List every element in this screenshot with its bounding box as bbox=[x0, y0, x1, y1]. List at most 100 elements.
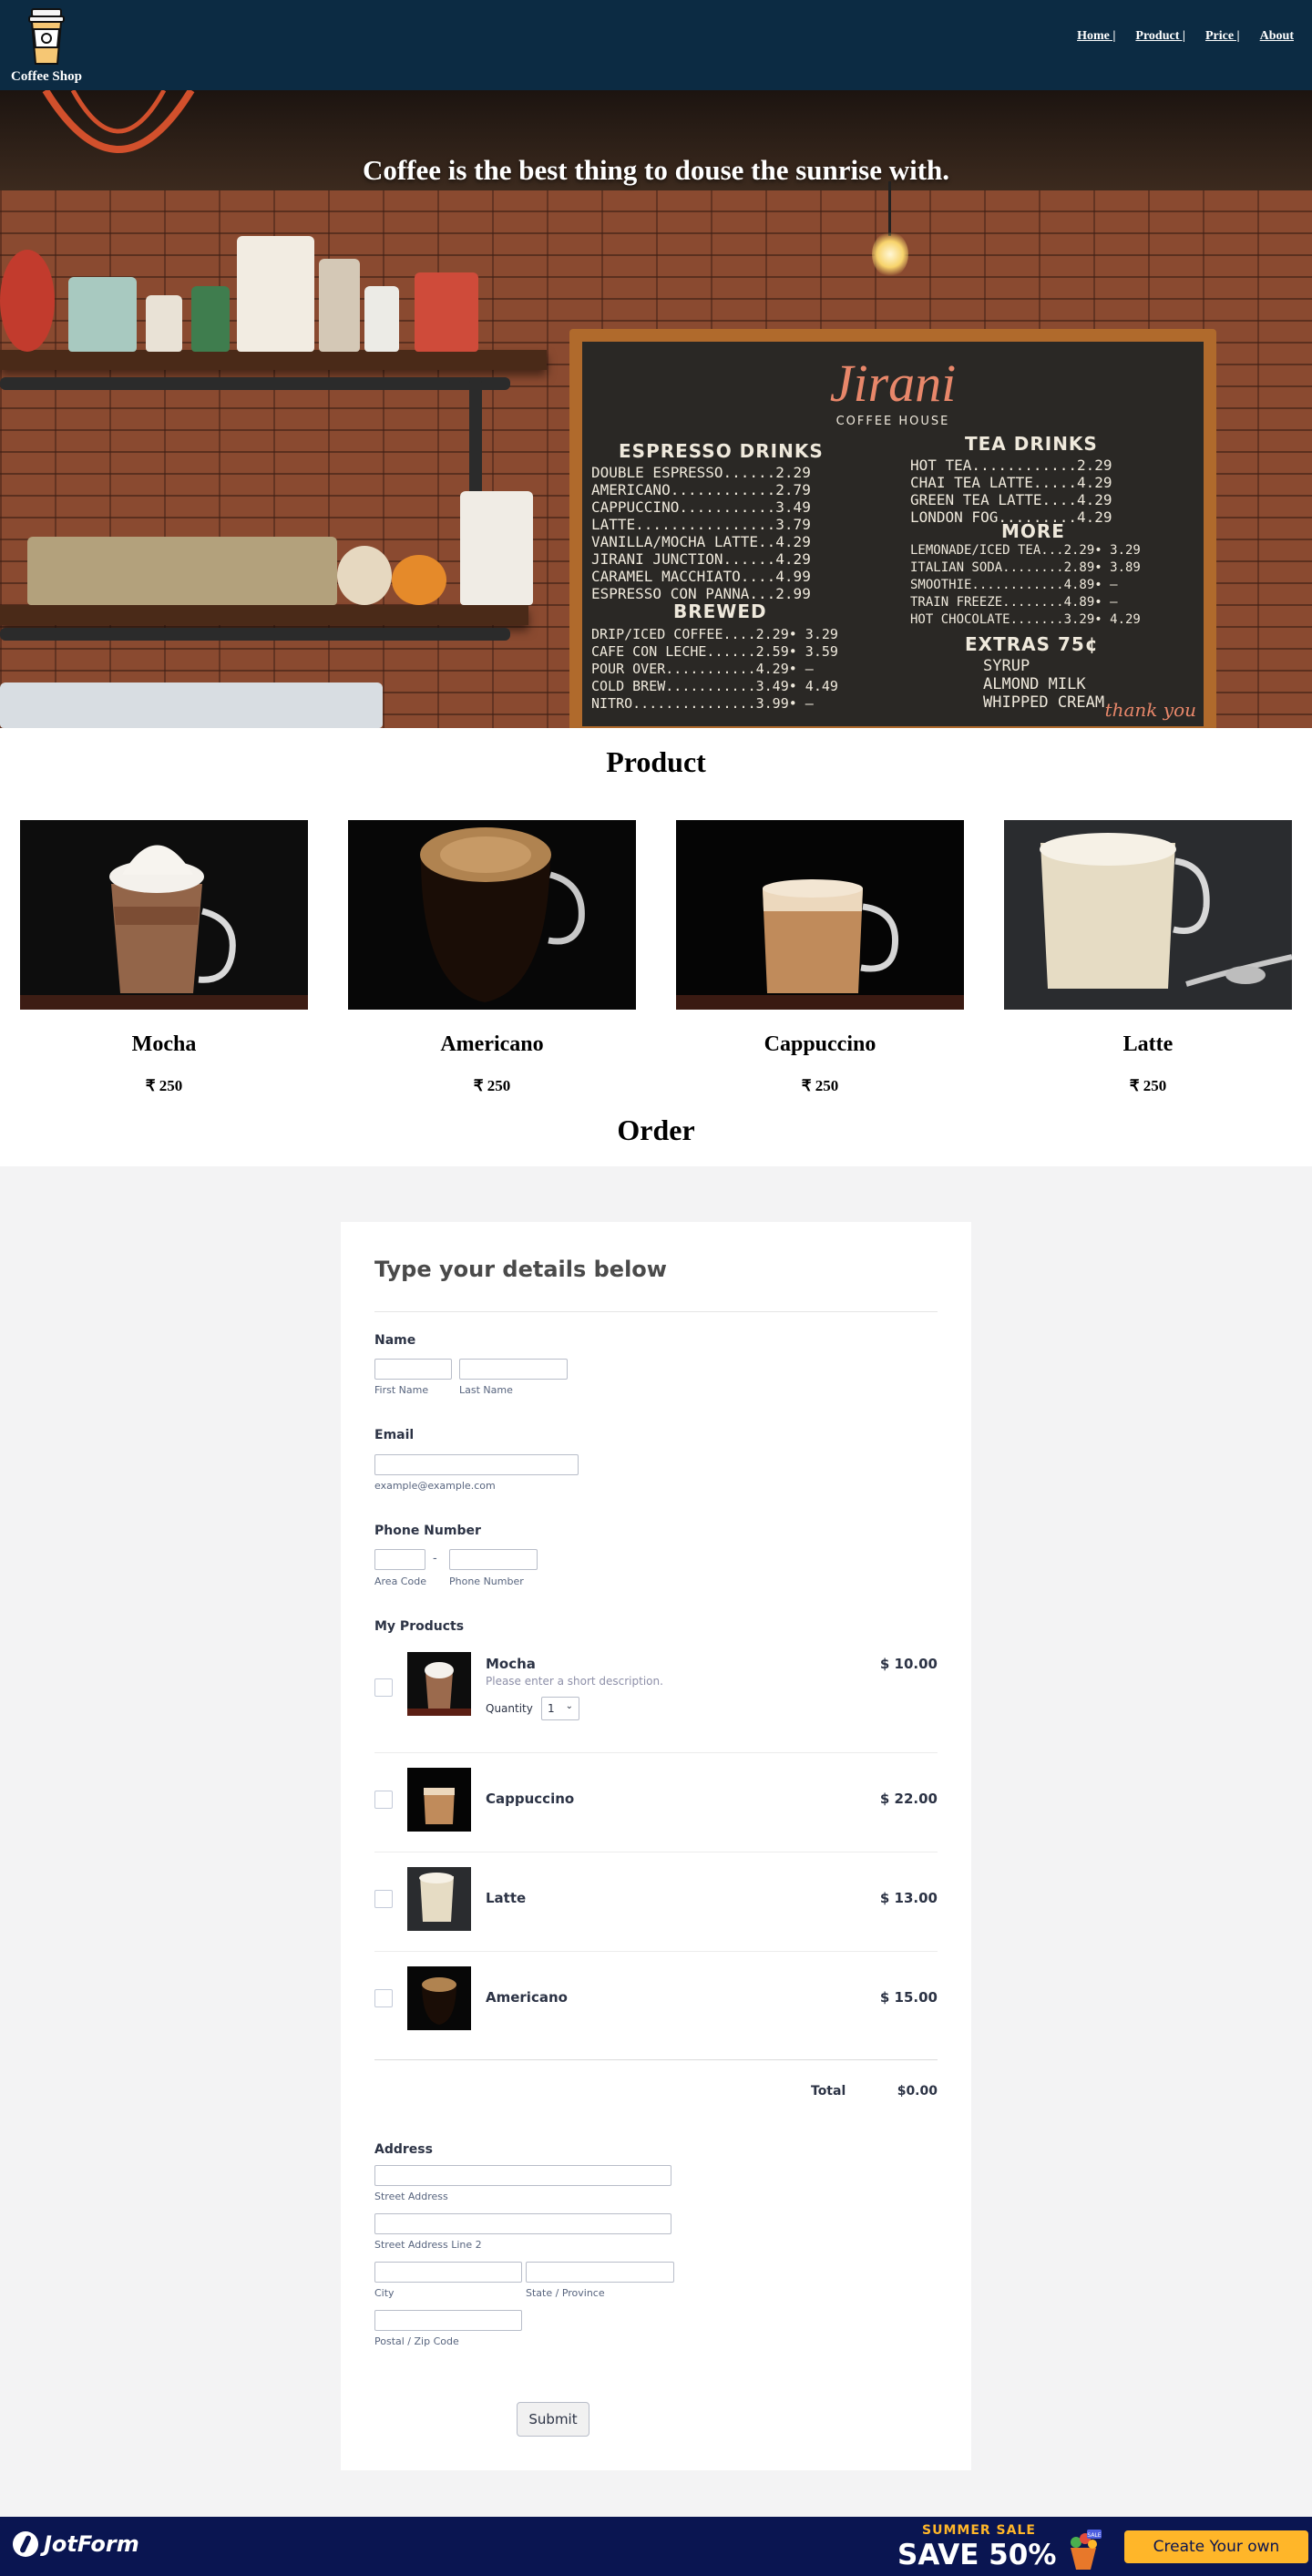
first-name-input[interactable] bbox=[374, 1359, 452, 1380]
submit-button[interactable]: Submit bbox=[517, 2402, 589, 2437]
jotform-banner: JotForm SUMMER SALE SAVE 50% SALE Create… bbox=[0, 2517, 1312, 2576]
order-section-title: Order bbox=[617, 1114, 695, 1146]
zip-input[interactable] bbox=[374, 2310, 522, 2331]
shelf-jar bbox=[0, 250, 55, 352]
shelf-jar bbox=[146, 295, 182, 352]
cappuccino-checkbox[interactable] bbox=[374, 1791, 393, 1809]
my-products-label: My Products bbox=[374, 1619, 465, 1634]
tea-heading: TEA DRINKS bbox=[965, 433, 1098, 455]
product-price: ₹ 250 bbox=[473, 1077, 511, 1094]
product-card-cappuccino[interactable]: Cappuccino ₹ 250 bbox=[676, 820, 964, 1095]
product-name: Americano bbox=[440, 1032, 544, 1056]
first-name-sublabel: First Name bbox=[374, 1384, 429, 1396]
phone-dash: - bbox=[433, 1552, 437, 1565]
product-option-cappuccino: Cappuccino $ 22.00 bbox=[374, 1768, 938, 1832]
email-label: Email bbox=[374, 1428, 415, 1442]
extras-list: SYRUP ALMOND MILK WHIPPED CREAM bbox=[983, 657, 1105, 712]
address-label: Address bbox=[374, 2142, 433, 2157]
order-form: Type your details below Name First Name … bbox=[341, 1222, 971, 2470]
product-card-americano[interactable]: Americano ₹ 250 bbox=[348, 820, 636, 1095]
pumpkin-decor bbox=[392, 555, 446, 605]
product-option-latte: Latte $ 13.00 bbox=[374, 1867, 938, 1931]
cappuccino-thumbnail bbox=[407, 1768, 471, 1832]
jotform-logo-icon bbox=[13, 2531, 38, 2557]
product-option-price: $ 15.00 bbox=[879, 1989, 938, 2006]
americano-image bbox=[348, 820, 636, 1010]
product-price: ₹ 250 bbox=[1129, 1077, 1167, 1094]
product-name: Mocha bbox=[131, 1032, 197, 1056]
product-name: Cappuccino bbox=[764, 1032, 876, 1056]
email-input[interactable] bbox=[374, 1454, 579, 1475]
brewed-heading: BREWED bbox=[673, 600, 767, 622]
product-option-name: Cappuccino bbox=[486, 1791, 575, 1807]
tea-list: HOT TEA............2.29 CHAI TEA LATTE..… bbox=[910, 457, 1112, 526]
pendant-bulb bbox=[872, 231, 908, 277]
mocha-checkbox[interactable] bbox=[374, 1678, 393, 1697]
brand-logo[interactable]: Coffee Shop bbox=[9, 7, 84, 85]
sale-discount: SAVE 50% bbox=[897, 2539, 1057, 2571]
street-address-input[interactable] bbox=[374, 2165, 671, 2186]
latte-thumbnail bbox=[407, 1867, 471, 1931]
board-title: Jirani bbox=[829, 354, 957, 413]
street-address-2-input[interactable] bbox=[374, 2213, 671, 2234]
sale-badge: SALE bbox=[1087, 2532, 1101, 2539]
thank-you-note: thank you bbox=[1104, 699, 1196, 721]
hero-tagline: Coffee is the best thing to douse the su… bbox=[362, 154, 950, 186]
create-jotform-button[interactable]: Create Your own JotForm bbox=[1124, 2530, 1308, 2576]
quantity-value: 1 bbox=[548, 1702, 555, 1715]
total-value: $0.00 bbox=[897, 2084, 938, 2099]
shelf-jar bbox=[319, 259, 360, 352]
latte-checkbox[interactable] bbox=[374, 1890, 393, 1908]
pumpkin-decor bbox=[337, 546, 392, 605]
product-price: ₹ 250 bbox=[145, 1077, 183, 1094]
shelf-jar bbox=[237, 236, 314, 352]
state-input[interactable] bbox=[526, 2262, 674, 2283]
product-option-mocha: Mocha Please enter a short description. … bbox=[374, 1652, 938, 1743]
nav-about[interactable]: About bbox=[1260, 29, 1294, 44]
nav-product[interactable]: Product | bbox=[1135, 29, 1185, 44]
more-heading: MORE bbox=[1001, 520, 1065, 542]
shelf-pipe bbox=[469, 377, 482, 505]
product-card-mocha[interactable]: Mocha ₹ 250 bbox=[20, 820, 308, 1095]
product-price: ₹ 250 bbox=[801, 1077, 839, 1094]
shelf-jar bbox=[364, 286, 399, 352]
quantity-label: Quantity bbox=[486, 1702, 533, 1715]
street-address-sublabel: Street Address bbox=[374, 2191, 448, 2202]
last-name-input[interactable] bbox=[459, 1359, 568, 1380]
area-code-sublabel: Area Code bbox=[374, 1575, 426, 1587]
main-nav: Home | Product | Price | About bbox=[1077, 29, 1294, 44]
row-divider bbox=[374, 1951, 938, 1952]
phone-sublabel: Phone Number bbox=[449, 1575, 524, 1587]
jotform-brand: JotForm bbox=[44, 2531, 139, 2557]
menu-chalkboard: Jirani COFFEE HOUSE ESPRESSO DRINKS DOUB… bbox=[569, 329, 1216, 728]
product-option-name: Americano bbox=[486, 1989, 568, 2006]
nav-price[interactable]: Price | bbox=[1205, 29, 1240, 44]
shelf-pipe bbox=[0, 628, 510, 641]
brand-name: Coffee Shop bbox=[11, 69, 82, 84]
phone-number-input[interactable] bbox=[449, 1549, 538, 1570]
product-option-name: Mocha bbox=[486, 1656, 536, 1672]
street-address-2-sublabel: Street Address Line 2 bbox=[374, 2239, 482, 2251]
lower-shelf bbox=[0, 605, 528, 625]
jotform-logo[interactable]: JotForm bbox=[13, 2531, 139, 2557]
latte-image bbox=[1004, 820, 1292, 1010]
row-divider bbox=[374, 1752, 938, 1753]
form-heading: Type your details below bbox=[374, 1257, 667, 1282]
shelf-jar bbox=[415, 272, 478, 352]
americano-checkbox[interactable] bbox=[374, 1989, 393, 2007]
product-card-latte[interactable]: Latte ₹ 250 bbox=[1004, 820, 1292, 1095]
extras-heading: EXTRAS 75¢ bbox=[965, 633, 1099, 655]
city-sublabel: City bbox=[374, 2287, 395, 2299]
nav-home[interactable]: Home | bbox=[1077, 29, 1115, 44]
gift-icon: SALE bbox=[1071, 2530, 1102, 2570]
espresso-heading: ESPRESSO DRINKS bbox=[619, 440, 824, 462]
mocha-image bbox=[20, 820, 308, 1010]
product-option-name: Latte bbox=[486, 1890, 527, 1906]
cappuccino-image bbox=[676, 820, 964, 1010]
area-code-input[interactable] bbox=[374, 1549, 425, 1570]
shelf-pipe bbox=[0, 377, 510, 390]
coffee-cup-icon bbox=[28, 8, 65, 65]
quantity-select[interactable]: 1 ⌄ bbox=[541, 1697, 579, 1720]
product-option-price: $ 13.00 bbox=[879, 1890, 938, 1906]
city-input[interactable] bbox=[374, 2262, 522, 2283]
